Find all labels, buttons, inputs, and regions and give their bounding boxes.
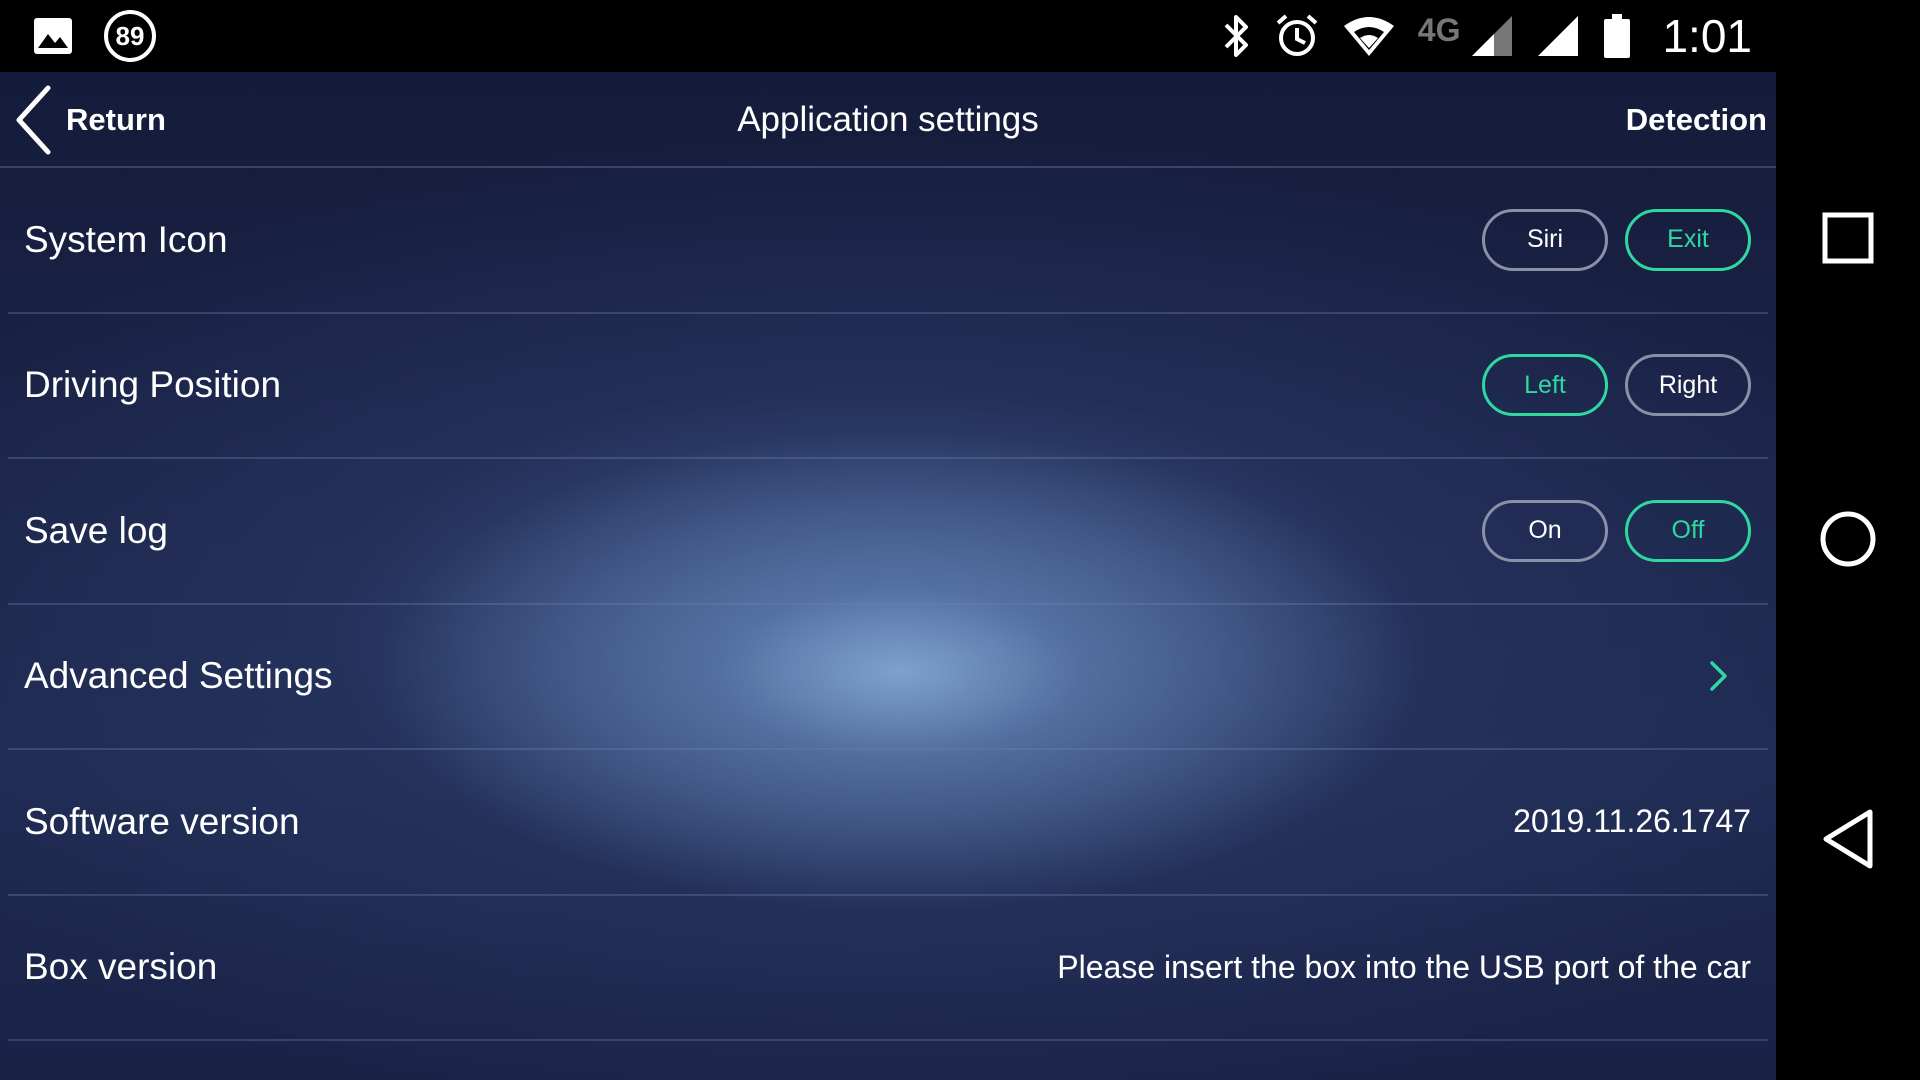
detection-button[interactable]: Detection [1626,72,1767,168]
setting-row-system-icon: System Icon Siri Exit [8,168,1768,314]
setting-row-box-version: Box version Please insert the box into t… [8,896,1768,1041]
on-option-button[interactable]: On [1482,499,1608,562]
home-button[interactable] [1776,510,1920,568]
system-icon-label: System Icon [24,218,228,260]
bluetooth-icon [1224,15,1248,57]
back-nav-button[interactable] [1776,808,1920,870]
page-title: Application settings [737,100,1039,139]
driving-position-label: Driving Position [24,364,282,406]
battery-icon [1604,14,1631,58]
save-log-label: Save log [24,509,168,551]
signal-icon [1472,16,1513,56]
setting-row-advanced-settings[interactable]: Advanced Settings [8,605,1768,750]
status-bar-left: 89 [32,10,156,62]
left-option-button[interactable]: Left [1482,354,1608,417]
software-version-label: Software version [24,800,300,842]
back-icon [1823,809,1873,869]
overview-icon [1822,212,1874,264]
network-type: 4G [1417,11,1461,48]
status-bar-right: 4G 1:01 [1222,0,1752,72]
signal-icon-2 [1538,16,1579,56]
status-clock: 1:01 [1662,10,1752,62]
off-option-button[interactable]: Off [1625,499,1751,562]
notification-count-badge: 89 [104,10,156,62]
driving-position-options: Left Right [1482,354,1751,417]
setting-row-software-version: Software version 2019.11.26.1747 [8,750,1768,896]
software-version-value: 2019.11.26.1747 [1513,803,1751,840]
status-bar: 89 4G 1:01 [0,0,1920,72]
siri-option-button[interactable]: Siri [1482,208,1608,271]
setting-row-driving-position: Driving Position Left Right [8,314,1768,459]
exit-option-button[interactable]: Exit [1625,208,1751,271]
system-icon-options: Siri Exit [1482,208,1751,271]
app-screen: Return Application settings Detection Sy… [0,72,1776,1080]
gallery-icon [34,18,72,54]
box-version-label: Box version [24,946,218,988]
notification-count: 89 [115,20,145,51]
wifi-icon [1343,17,1394,56]
system-nav-bar [1776,72,1920,1080]
overview-button[interactable] [1776,212,1920,264]
alarm-icon [1276,14,1318,56]
settings-list: System Icon Siri Exit Driving Position L… [8,168,1768,1041]
home-icon [1820,511,1876,567]
setting-row-save-log: Save log On Off [8,459,1768,605]
chevron-right-icon[interactable] [1708,659,1730,693]
save-log-options: On Off [1482,499,1751,562]
advanced-settings-label: Advanced Settings [24,655,333,697]
right-option-button[interactable]: Right [1625,354,1751,417]
header-bar: Return Application settings Detection [0,72,1776,168]
box-version-value: Please insert the box into the USB port … [1057,948,1751,985]
